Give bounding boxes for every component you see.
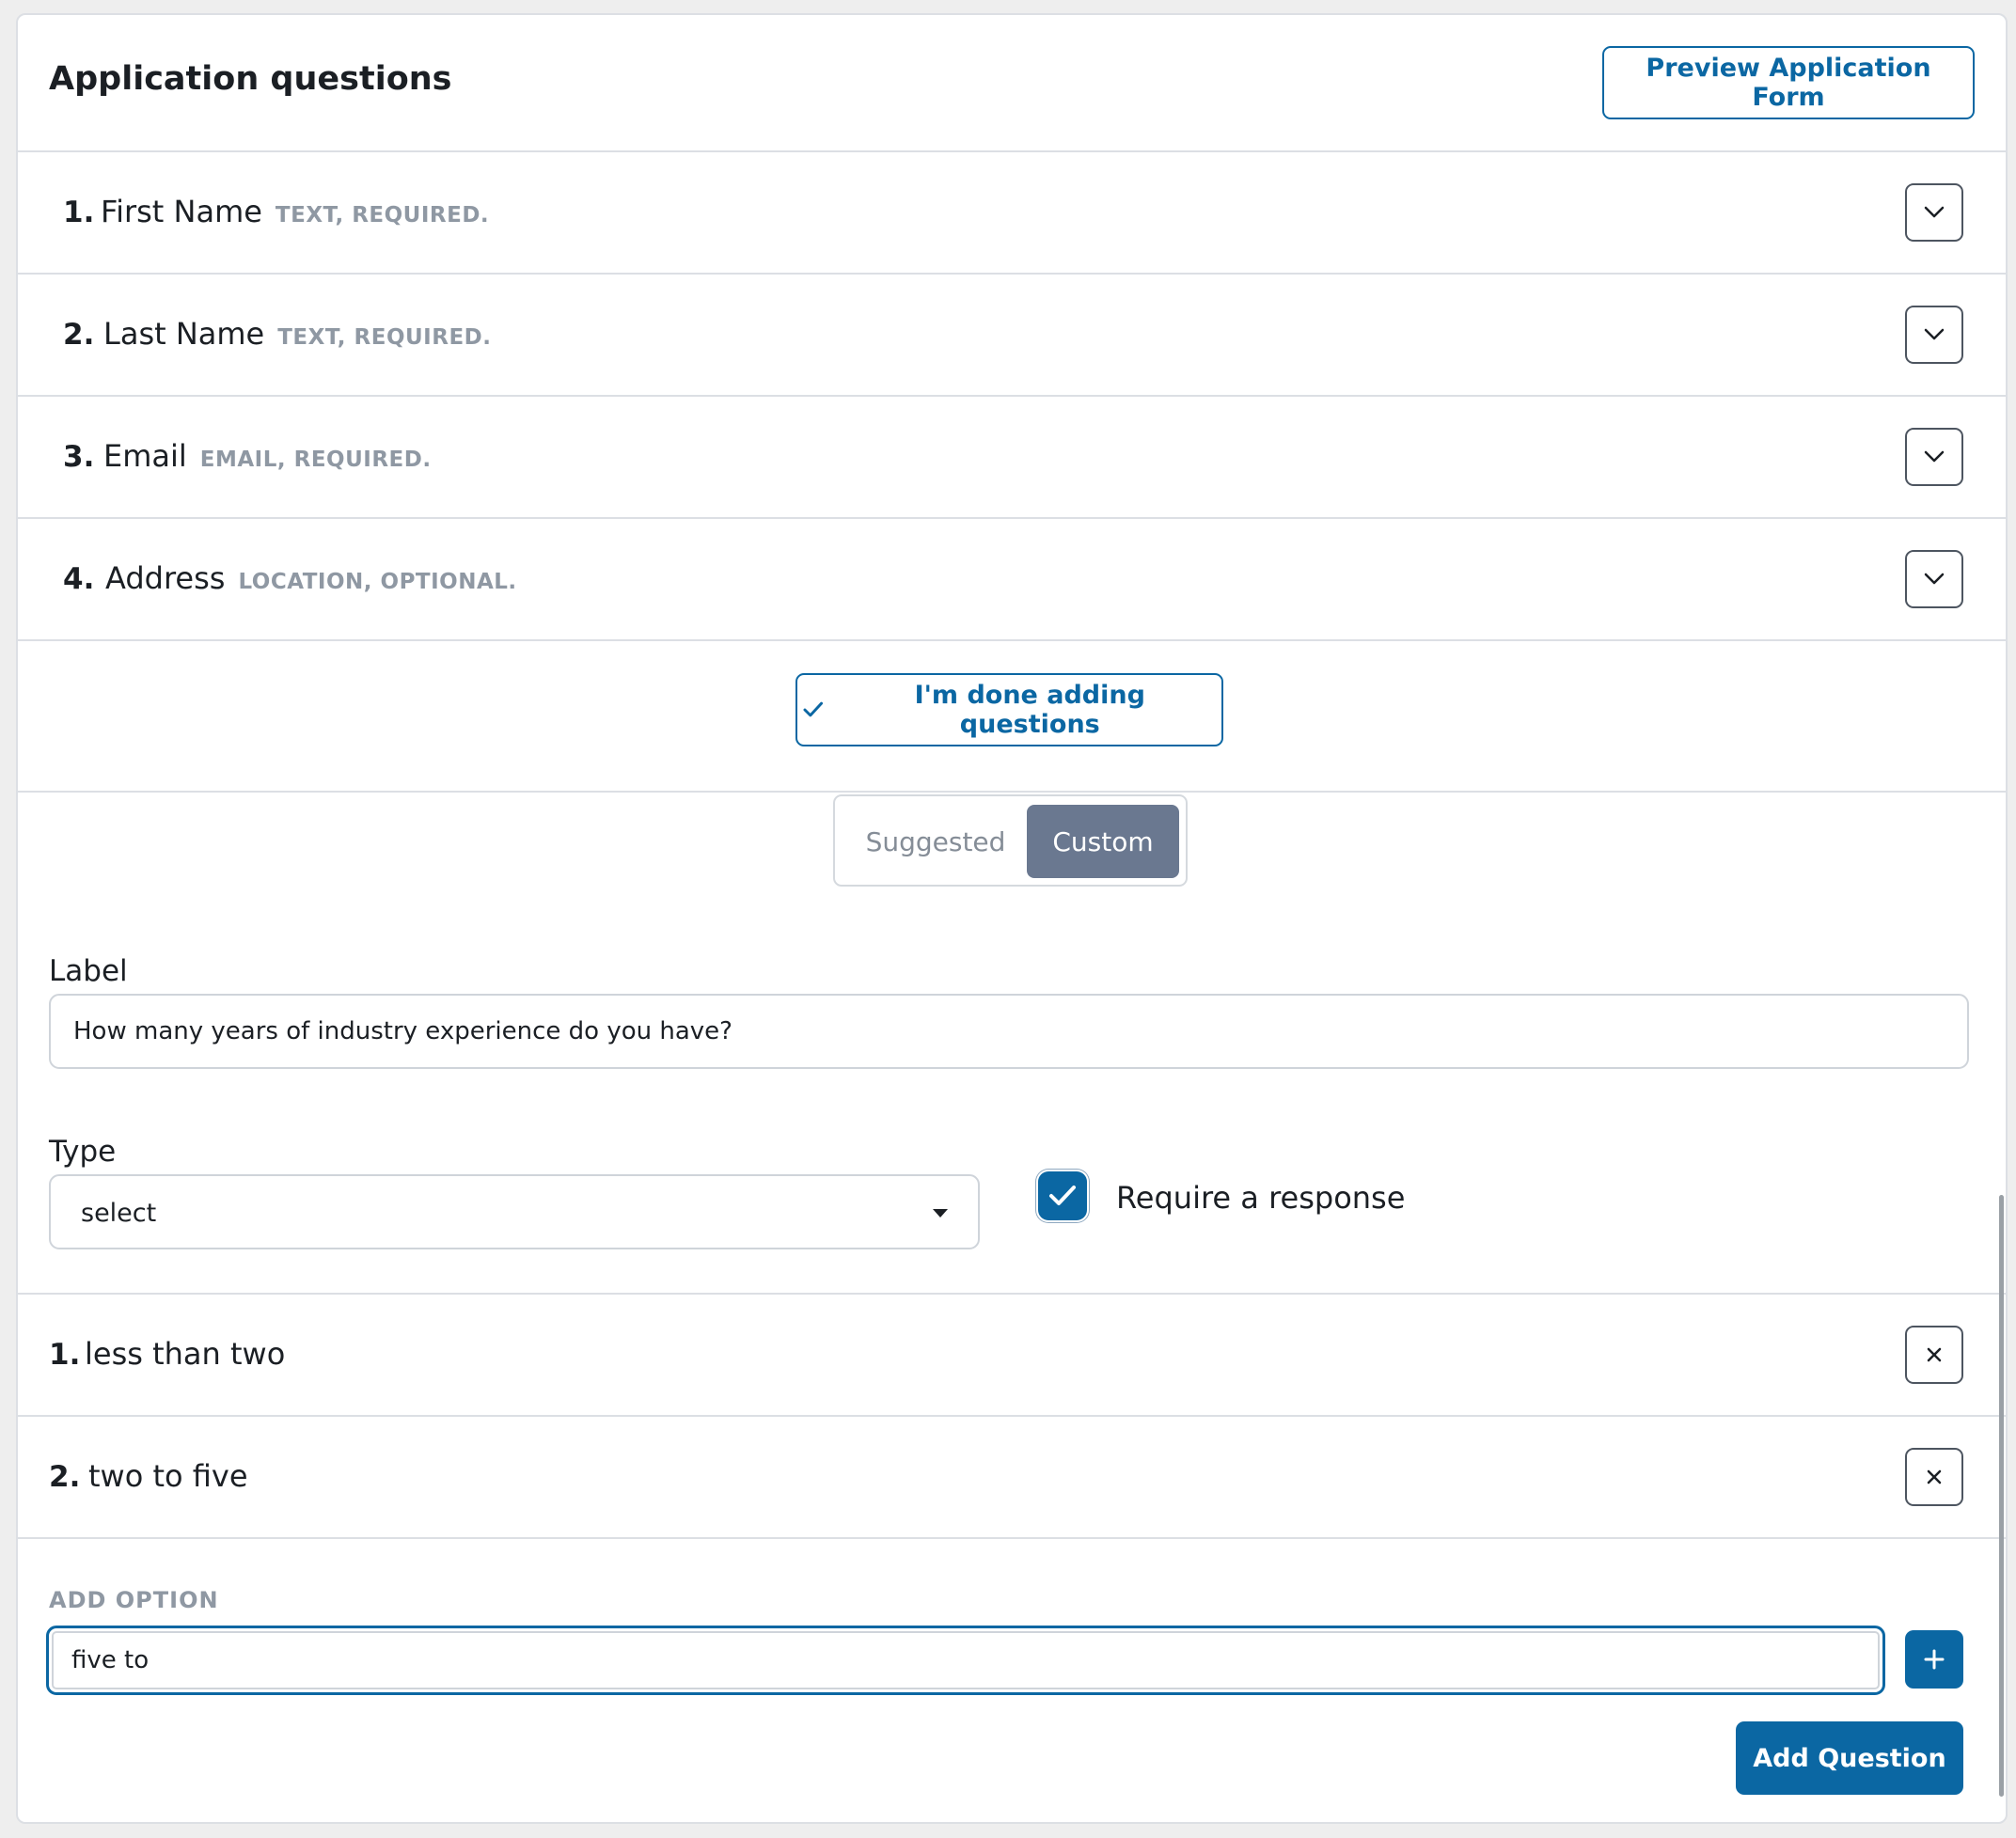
question-number: 3.	[63, 440, 95, 474]
question-mode-toggle: Suggested Custom	[833, 794, 1188, 887]
done-adding-questions-button[interactable]: I'm done adding questions	[795, 673, 1223, 746]
question-name: Last Name TEXT, REQUIRED.	[103, 316, 492, 352]
option-number: 2.	[49, 1460, 81, 1494]
preview-application-form-button[interactable]: Preview Application Form	[1602, 46, 1975, 119]
page-title: Application questions	[49, 60, 452, 98]
expand-question-button[interactable]	[1905, 183, 1963, 242]
scrollbar-thumb[interactable]	[1999, 1195, 2004, 1797]
question-row: 3. Email EMAIL, REQUIRED.	[18, 397, 2006, 519]
type-select-value: select	[81, 1199, 157, 1228]
label-field-title: Label	[49, 954, 128, 988]
question-row: 2. Last Name TEXT, REQUIRED.	[18, 275, 2006, 397]
label-input[interactable]	[49, 994, 1969, 1069]
plus-icon	[1924, 1649, 1945, 1670]
option-row: 2. two to five	[18, 1417, 2006, 1539]
close-icon	[1927, 1469, 1942, 1485]
question-number: 2.	[63, 318, 95, 352]
add-option-label: ADD OPTION	[49, 1587, 219, 1613]
chevron-down-icon	[1924, 328, 1945, 340]
add-option-button[interactable]	[1905, 1630, 1963, 1689]
option-text: two to five	[88, 1458, 248, 1494]
question-name: Email EMAIL, REQUIRED.	[103, 438, 432, 474]
option-row: 1. less than two	[18, 1295, 2006, 1417]
check-icon	[803, 701, 824, 717]
type-select[interactable]: select	[49, 1174, 980, 1249]
option-number: 1.	[49, 1338, 81, 1372]
type-field-title: Type	[49, 1135, 117, 1169]
check-icon	[1049, 1186, 1076, 1205]
tab-suggested[interactable]: Suggested	[843, 805, 1028, 878]
done-adding-section: I'm done adding questions	[18, 639, 2006, 793]
close-icon	[1927, 1347, 1942, 1362]
question-number: 4.	[63, 562, 95, 596]
require-response-checkbox[interactable]	[1040, 1173, 1085, 1218]
require-response-label: Require a response	[1116, 1180, 1406, 1216]
expand-question-button[interactable]	[1905, 550, 1963, 608]
chevron-down-icon	[1924, 573, 1945, 585]
option-text: less than two	[85, 1336, 286, 1372]
question-meta: LOCATION, OPTIONAL.	[238, 570, 517, 594]
add-question-button[interactable]: Add Question	[1736, 1721, 1963, 1795]
add-option-input[interactable]	[46, 1626, 1885, 1695]
application-questions-panel: Application questions Preview Applicatio…	[16, 13, 2008, 1824]
question-name: Address LOCATION, OPTIONAL.	[105, 560, 517, 596]
done-adding-label: I'm done adding questions	[914, 681, 1145, 739]
remove-option-button[interactable]	[1905, 1448, 1963, 1506]
scrollbar[interactable]	[1997, 15, 2006, 1822]
expand-question-button[interactable]	[1905, 428, 1963, 486]
question-row: 1. First Name TEXT, REQUIRED.	[18, 152, 2006, 275]
question-meta: TEXT, REQUIRED.	[277, 325, 492, 350]
panel-header: Application questions Preview Applicatio…	[18, 15, 2006, 152]
remove-option-button[interactable]	[1905, 1326, 1963, 1384]
tab-custom[interactable]: Custom	[1027, 805, 1179, 878]
chevron-down-icon	[1924, 450, 1945, 463]
question-meta: EMAIL, REQUIRED.	[199, 448, 432, 472]
question-row: 4. Address LOCATION, OPTIONAL.	[18, 519, 2006, 641]
question-meta: TEXT, REQUIRED.	[275, 203, 490, 228]
question-number: 1.	[63, 196, 95, 229]
caret-down-icon	[933, 1209, 948, 1217]
expand-question-button[interactable]	[1905, 306, 1963, 364]
question-name: First Name TEXT, REQUIRED.	[101, 194, 490, 229]
chevron-down-icon	[1924, 206, 1945, 218]
